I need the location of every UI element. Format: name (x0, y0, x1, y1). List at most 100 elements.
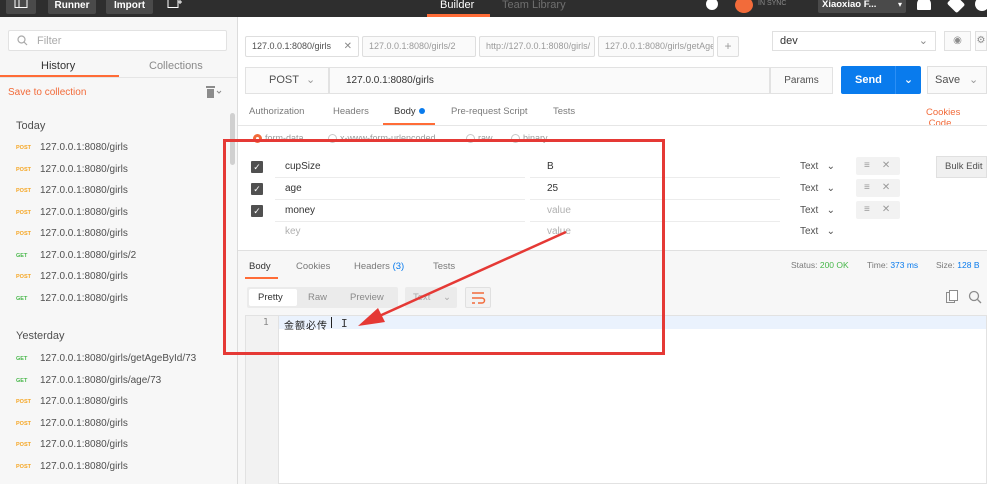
tab-headers[interactable]: Headers (333, 106, 369, 117)
history-method: POST (16, 420, 31, 427)
history-method: POST (16, 188, 31, 194)
new-window-button[interactable] (162, 0, 188, 14)
chevron-down-icon: ⌄ (918, 35, 928, 47)
drag-handle-icon[interactable]: ≡ (864, 204, 870, 215)
status-info: Status: 200 OK (791, 260, 849, 270)
drag-handle-icon[interactable]: ≡ (864, 182, 870, 193)
request-tab-label: http://127.0.0.1:8080/girls/ (486, 41, 591, 51)
new-tab-icon (167, 0, 182, 8)
row-actions[interactable]: ≡ ✕ (856, 157, 900, 175)
environment-settings-button[interactable]: ⚙ (975, 31, 987, 51)
tab-team-library[interactable]: Team Library (502, 0, 566, 11)
sidebar-toggle-button[interactable] (6, 0, 36, 14)
environment-select[interactable]: dev ⌄ (772, 31, 936, 51)
trash-button[interactable] (205, 86, 223, 101)
close-icon[interactable]: ✕ (344, 37, 352, 56)
trash-icon (206, 86, 222, 98)
form-type: Text (800, 161, 819, 172)
code-label: Code (928, 118, 952, 129)
history-item[interactable]: POST 127.0.0.1:8080/girls (16, 163, 128, 177)
history-url: 127.0.0.1:8080/girls/age/73 (40, 374, 162, 386)
send-label: Send (855, 74, 882, 86)
history-url: 127.0.0.1:8080/girls/getAgeById/73 (40, 353, 197, 364)
history-item[interactable]: POST 127.0.0.1:8080/girls (16, 417, 128, 431)
params-button[interactable]: Params (770, 67, 833, 94)
history-url: 127.0.0.1:8080/girls (40, 271, 128, 282)
environment-quick-look-button[interactable]: ◉ (944, 31, 971, 51)
status-value: 200 OK (819, 260, 849, 270)
history-method: GET (16, 377, 28, 384)
history-item[interactable]: POST 127.0.0.1:8080/girls (16, 438, 128, 452)
history-url: 127.0.0.1:8080/girls (40, 292, 128, 304)
close-icon[interactable]: ✕ (882, 182, 890, 193)
new-tab-button[interactable]: + (717, 36, 739, 57)
search-icon (968, 290, 982, 304)
environment-value: dev (780, 35, 798, 47)
history-url: 127.0.0.1:8080/girls/2 (40, 249, 137, 261)
bulk-edit-button[interactable]: Bulk Edit (936, 156, 987, 178)
size-value: 128 B (957, 260, 980, 270)
drag-handle-icon[interactable]: ≡ (864, 160, 870, 171)
history-item[interactable]: POST 127.0.0.1:8080/girls (16, 395, 128, 409)
filter-placeholder: Filter (37, 35, 62, 47)
form-type-select[interactable]: Text ⌄ (800, 226, 835, 237)
user-menu[interactable]: Xiaoxiao F... ▾ (818, 0, 906, 13)
filter-input[interactable]: Filter (8, 30, 227, 51)
tab-tests[interactable]: Tests (553, 106, 575, 117)
row-actions[interactable]: ≡ ✕ (856, 179, 900, 197)
history-item[interactable]: POST 127.0.0.1:8080/girls (16, 227, 128, 241)
history-item[interactable]: POST 127.0.0.1:8080/girls (16, 460, 128, 474)
history-item[interactable]: GET 127.0.0.1:8080/girls/getAgeById/73 (16, 352, 196, 366)
url-input[interactable]: 127.0.0.1:8080/girls (329, 67, 770, 94)
save-button[interactable]: Save ⌄ (927, 66, 987, 94)
divider (238, 125, 987, 126)
sync-icon[interactable] (735, 0, 753, 13)
history-item[interactable]: POST 127.0.0.1:8080/girls (16, 270, 128, 284)
request-tab[interactable]: 127.0.0.1:8080/girls/getAge (598, 36, 714, 57)
tab-prerequest-script[interactable]: Pre-request Script (451, 106, 528, 117)
satellite-icon[interactable] (706, 0, 718, 10)
history-item[interactable]: GET 127.0.0.1:8080/girls (16, 292, 128, 306)
bell-icon[interactable] (917, 0, 931, 10)
tab-history[interactable]: History (41, 60, 75, 72)
save-label: Save (935, 74, 961, 86)
group-yesterday: Yesterday (16, 330, 65, 342)
close-icon[interactable]: ✕ (882, 204, 890, 215)
history-item[interactable]: POST 127.0.0.1:8080/girls (16, 206, 128, 220)
runner-button[interactable]: Runner (48, 0, 96, 14)
copy-icon (946, 290, 958, 303)
chevron-down-icon: ▾ (897, 0, 902, 9)
history-url: 127.0.0.1:8080/girls (40, 206, 128, 218)
search-response-button[interactable] (968, 290, 982, 304)
history-item[interactable]: GET 127.0.0.1:8080/girls/2 (16, 249, 136, 263)
import-button[interactable]: Import (106, 0, 153, 14)
copy-button[interactable] (946, 290, 959, 303)
form-type-select[interactable]: Text ⌄ (800, 205, 835, 216)
annotation-box (223, 139, 665, 355)
tab-body-label: Body (394, 106, 416, 117)
history-item[interactable]: GET 127.0.0.1:8080/girls/age/73 (16, 374, 161, 388)
send-button[interactable]: Send ⌄ (841, 66, 921, 94)
tab-builder[interactable]: Builder (440, 0, 474, 11)
save-to-collection-link[interactable]: Save to collection (8, 87, 86, 98)
tab-authorization[interactable]: Authorization (249, 106, 304, 117)
method-select[interactable]: POST ⌄ (245, 67, 329, 94)
tab-body[interactable]: Body (394, 106, 425, 117)
request-tab[interactable]: http://127.0.0.1:8080/girls/ (479, 36, 595, 57)
tab-collections[interactable]: Collections (149, 60, 203, 72)
form-type-select[interactable]: Text ⌄ (800, 161, 835, 172)
request-tab[interactable]: 127.0.0.1:8080/girls ✕ (245, 36, 359, 57)
request-tab[interactable]: 127.0.0.1:8080/girls/2 (362, 36, 476, 57)
history-item[interactable]: POST 127.0.0.1:8080/girls (16, 141, 128, 155)
history-method: POST (16, 166, 31, 173)
close-icon[interactable]: ✕ (882, 160, 890, 171)
heart-icon[interactable] (975, 0, 987, 11)
chevron-down-icon[interactable]: ⌄ (895, 66, 921, 94)
form-type-select[interactable]: Text ⌄ (800, 183, 835, 194)
history-item[interactable]: POST 127.0.0.1:8080/girls (16, 184, 128, 198)
wrench-icon[interactable] (946, 0, 966, 14)
status-label: Status: (791, 260, 818, 270)
user-name: Xiaoxiao F... (822, 0, 877, 10)
request-tab-label: 127.0.0.1:8080/girls (252, 41, 332, 51)
row-actions[interactable]: ≡ ✕ (856, 201, 900, 219)
